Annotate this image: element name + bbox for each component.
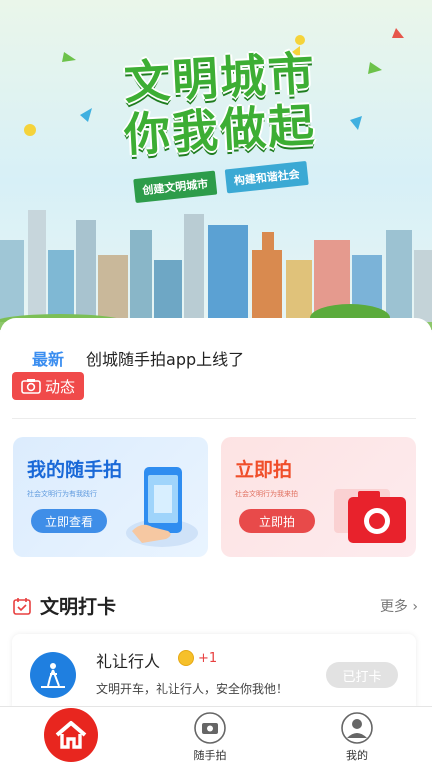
checkin-section-header: 文明打卡 xyxy=(12,592,116,619)
tab-snapshot[interactable]: 随手拍 xyxy=(193,711,227,763)
shoot-now-button[interactable]: 立即拍 xyxy=(239,509,315,533)
camera-icon xyxy=(194,712,226,744)
points-badge: +1 xyxy=(178,650,217,666)
tile-subtitle: 社会文明行为有我践行 xyxy=(27,490,97,498)
checkin-description: 文明开车，礼让行人，安全你我他！ xyxy=(96,682,289,696)
checked-in-button[interactable]: 已打卡 xyxy=(326,662,398,688)
tile-title: 立即拍 xyxy=(235,459,293,481)
phone-hand-icon xyxy=(126,467,198,547)
news-text[interactable]: 创城随手拍app上线了 xyxy=(86,346,244,370)
chevron-right-icon: › xyxy=(412,599,418,615)
hero-title: 文明城市 你我做起 xyxy=(100,46,340,162)
tab-label: 我的 xyxy=(346,749,368,762)
pedestrian-crossing-icon xyxy=(30,652,76,698)
more-label: 更多 xyxy=(379,599,408,615)
points-value: +1 xyxy=(198,650,218,666)
tab-home[interactable] xyxy=(44,708,98,762)
user-icon xyxy=(341,712,373,744)
hero-title-line2: 你我做起 xyxy=(122,98,318,162)
checkin-name: 礼让行人 xyxy=(96,652,161,671)
my-photos-tile[interactable]: 我的随手拍 社会文明行为有我践行 立即查看 xyxy=(13,437,208,557)
coin-icon xyxy=(178,650,194,666)
view-now-button[interactable]: 立即查看 xyxy=(31,509,107,533)
news-tag: 最新 xyxy=(32,350,65,369)
dynamic-button[interactable]: 动态 xyxy=(12,372,84,400)
section-title: 文明打卡 xyxy=(40,596,117,618)
hero-banner: 文明城市 你我做起 创建文明城市 构建和谐社会 xyxy=(0,0,432,330)
shoot-now-tile[interactable]: 立即拍 社会文明行为我来拍 立即拍 xyxy=(221,437,416,557)
home-icon xyxy=(55,721,87,749)
tab-mine[interactable]: 我的 xyxy=(340,711,374,763)
city-skyline-illustration xyxy=(0,210,432,330)
checkin-item[interactable]: 礼让行人 +1 文明开车，礼让行人，安全你我他！ 已打卡 xyxy=(12,634,416,714)
tile-title: 我的随手拍 xyxy=(27,459,123,481)
news-ticker[interactable]: 最新 创城随手拍app上线了 xyxy=(32,346,244,370)
tile-subtitle: 社会文明行为我来拍 xyxy=(235,490,298,498)
calendar-check-icon xyxy=(13,597,31,615)
camera-icon xyxy=(334,489,406,543)
divider xyxy=(12,418,416,419)
dynamic-label: 动态 xyxy=(44,377,75,396)
more-link[interactable]: 更多 › xyxy=(380,596,418,616)
camera-icon xyxy=(21,379,41,394)
tab-label: 随手拍 xyxy=(193,749,227,762)
